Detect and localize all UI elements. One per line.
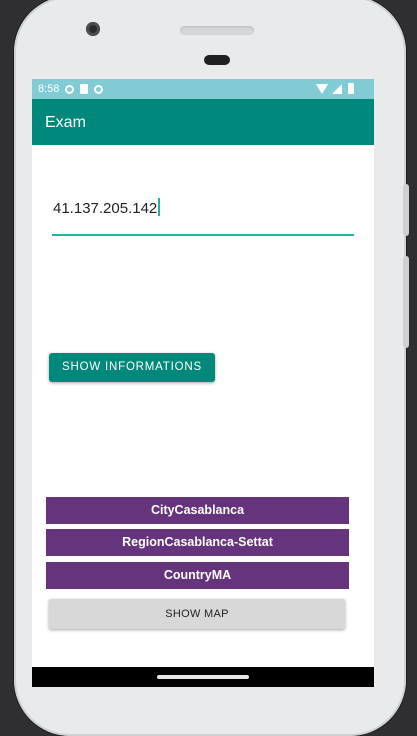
proximity-sensor [204, 55, 230, 65]
city-result: CityCasablanca [46, 497, 349, 524]
sd-card-icon [80, 84, 89, 94]
app-bar: Exam [32, 99, 374, 145]
status-time: 8:58 [38, 83, 60, 95]
show-informations-button[interactable]: SHOW INFORMATIONS [49, 353, 215, 382]
battery-icon [348, 83, 354, 94]
device-screen: 8:58 Exam 41.137.205.142 SHOW INFORMATIO… [32, 79, 374, 687]
app-title: Exam [45, 114, 86, 131]
home-gesture-handle[interactable] [157, 675, 249, 679]
settings-icon [94, 84, 104, 94]
earpiece-speaker [180, 26, 254, 35]
navigation-bar [32, 667, 374, 687]
wifi-icon [316, 83, 328, 94]
power-button[interactable] [403, 184, 409, 236]
front-camera [86, 22, 100, 36]
text-cursor [158, 198, 161, 216]
country-result: CountryMA [46, 562, 349, 589]
region-result: RegionCasablanca-Settat [46, 529, 349, 556]
show-map-button[interactable]: SHOW MAP [49, 599, 345, 629]
cell-signal-icon [332, 83, 342, 94]
ip-address-value: 41.137.205.142 [53, 200, 158, 217]
settings-icon [65, 84, 75, 94]
ip-address-input[interactable]: 41.137.205.142 [52, 196, 354, 236]
status-bar: 8:58 [32, 79, 374, 99]
volume-button[interactable] [403, 256, 409, 348]
